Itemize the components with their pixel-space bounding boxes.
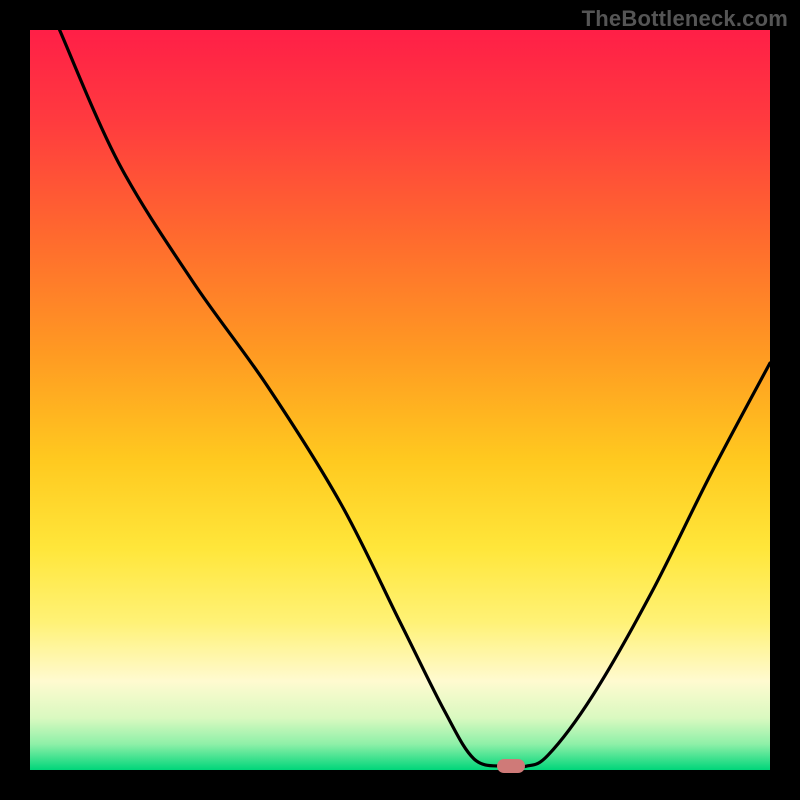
optimum-marker [497,759,525,773]
plot-area [30,30,770,770]
bottleneck-curve [30,30,770,770]
watermark-text: TheBottleneck.com [582,6,788,32]
chart-frame: TheBottleneck.com [0,0,800,800]
